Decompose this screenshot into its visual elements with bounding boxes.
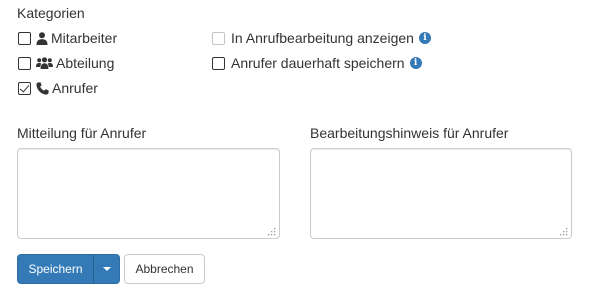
option-anrufer-dauerhaft-speichern[interactable]: Anrufer dauerhaft speichern i <box>212 53 422 73</box>
category-anrufer[interactable]: Anrufer <box>18 78 98 98</box>
user-icon <box>36 31 48 45</box>
resize-grip-icon[interactable] <box>560 228 568 236</box>
caret-down-icon <box>102 267 111 271</box>
resize-grip-icon[interactable] <box>268 228 276 236</box>
checkbox-anrufer-dauerhaft-speichern[interactable] <box>212 56 225 70</box>
checkbox-anrufer[interactable] <box>18 81 31 95</box>
category-abteilung[interactable]: Abteilung <box>18 53 114 73</box>
cancel-button[interactable]: Abbrechen <box>124 254 205 284</box>
message-label: Mitteilung für Anrufer <box>17 125 147 141</box>
save-button[interactable]: Speichern <box>17 254 94 284</box>
info-icon[interactable]: i <box>409 57 422 69</box>
checkbox-abteilung[interactable] <box>18 56 31 70</box>
option-label-anrufer-dauerhaft-speichern: Anrufer dauerhaft speichern <box>231 55 405 71</box>
category-label-anrufer: Anrufer <box>52 80 98 96</box>
category-label-abteilung: Abteilung <box>56 55 115 71</box>
note-textarea[interactable] <box>310 148 572 239</box>
checkbox-in-anrufbearbeitung-anzeigen[interactable] <box>212 31 225 45</box>
users-icon <box>36 57 53 69</box>
checkbox-mitarbeiter[interactable] <box>18 31 31 45</box>
message-textarea[interactable] <box>17 148 280 239</box>
category-mitarbeiter[interactable]: Mitarbeiter <box>18 28 117 48</box>
save-dropdown-toggle[interactable] <box>93 254 120 284</box>
option-in-anrufbearbeitung-anzeigen[interactable]: In Anrufbearbeitung anzeigen i <box>212 28 431 48</box>
note-label: Bearbeitungshinweis für Anrufer <box>310 125 509 141</box>
info-icon[interactable]: i <box>418 32 431 44</box>
category-label-mitarbeiter: Mitarbeiter <box>51 30 118 46</box>
option-label-in-anrufbearbeitung-anzeigen: In Anrufbearbeitung anzeigen <box>231 30 414 46</box>
phone-icon <box>36 81 49 95</box>
section-title-kategorien: Kategorien <box>17 5 85 21</box>
